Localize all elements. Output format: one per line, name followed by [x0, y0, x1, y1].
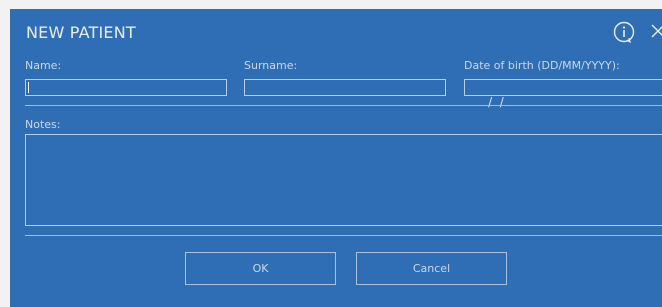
dob-field[interactable]: / / — [464, 79, 662, 109]
notes-label: Notes: — [25, 118, 61, 131]
new-patient-dialog: NEW PATIENT Name: Surname: Date of birth… — [10, 9, 662, 307]
close-icon[interactable] — [649, 22, 662, 40]
cancel-button[interactable]: Cancel — [356, 252, 507, 285]
surname-field[interactable] — [244, 79, 446, 96]
dob-label: Date of birth (DD/MM/YYYY): — [464, 59, 620, 72]
text-caret — [28, 82, 29, 93]
notes-textarea[interactable] — [25, 134, 662, 226]
dob-value: / / — [484, 95, 504, 109]
dialog-title: NEW PATIENT — [26, 23, 136, 42]
name-field[interactable] — [25, 79, 227, 96]
name-label: Name: — [25, 59, 62, 72]
divider — [25, 235, 662, 236]
info-icon[interactable] — [613, 21, 635, 43]
surname-label: Surname: — [244, 59, 298, 72]
ok-button[interactable]: OK — [185, 252, 336, 285]
divider — [25, 105, 662, 106]
